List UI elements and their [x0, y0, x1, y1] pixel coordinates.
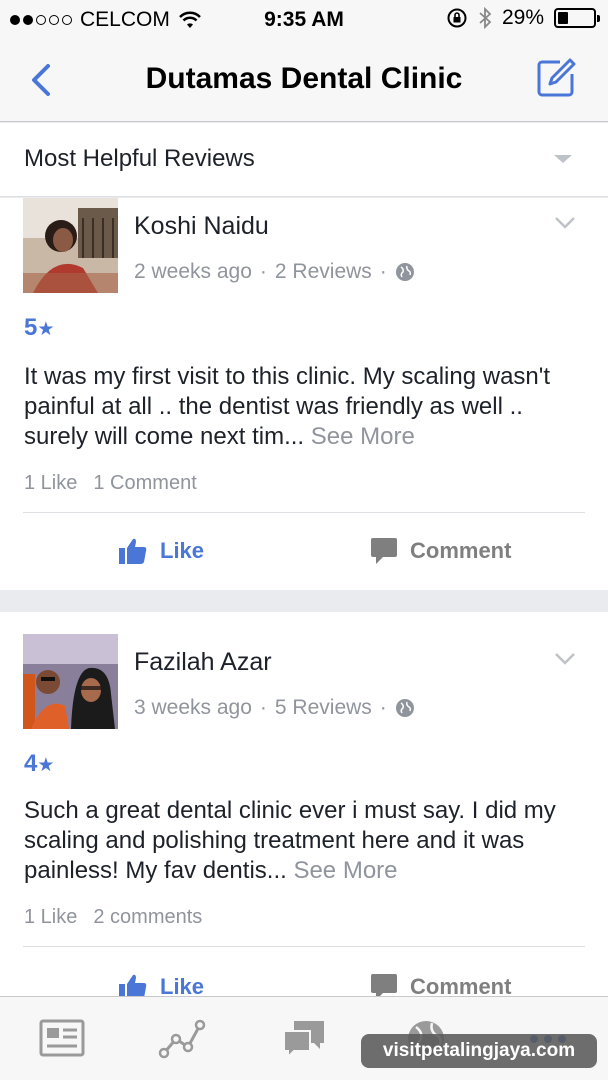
- page-title: Dutamas Dental Clinic: [145, 62, 463, 95]
- review-body: Such a great dental clinic ever i must s…: [24, 797, 556, 884]
- divider: [23, 512, 585, 513]
- sort-dropdown[interactable]: Most Helpful Reviews: [0, 123, 608, 197]
- review-text: It was my first visit to this clinic. My…: [24, 362, 589, 452]
- rating-value: 5: [24, 314, 38, 341]
- battery-level: [558, 12, 568, 24]
- insights-icon[interactable]: [158, 1017, 206, 1061]
- star-rating: 5★: [24, 314, 54, 342]
- comment-icon: [371, 538, 397, 564]
- review-body: It was my first visit to this clinic. My…: [24, 363, 551, 450]
- avatar[interactable]: [23, 198, 118, 293]
- news-feed-icon[interactable]: [38, 1017, 86, 1061]
- like-count[interactable]: 1 Like: [24, 906, 77, 929]
- engagement-counts: 1 Like 1 Comment: [24, 472, 197, 495]
- separator-dot: ·: [259, 260, 267, 283]
- caret-down-icon: [554, 155, 572, 163]
- see-more-link[interactable]: See More: [293, 857, 397, 884]
- sort-label: Most Helpful Reviews: [24, 145, 255, 172]
- comment-count[interactable]: 2 comments: [93, 906, 202, 929]
- globe-icon: [395, 263, 414, 281]
- status-right: 29%: [446, 6, 600, 30]
- like-button[interactable]: Like: [118, 536, 204, 566]
- comment-count[interactable]: 1 Comment: [93, 472, 196, 495]
- chevron-down-icon[interactable]: [554, 652, 576, 666]
- watermark: visitpetalingjaya.com: [361, 1034, 597, 1068]
- see-more-link[interactable]: See More: [311, 423, 415, 450]
- rotation-lock-icon: [447, 8, 467, 28]
- rating-value: 4: [24, 750, 38, 777]
- review-text: Such a great dental clinic ever i must s…: [24, 796, 589, 886]
- bluetooth-icon: [479, 7, 492, 29]
- battery-icon: [554, 8, 600, 28]
- review-card: Koshi Naidu 2 weeks ago · 2 Reviews · 5★…: [0, 198, 608, 590]
- separator-dot: ·: [379, 696, 387, 719]
- comment-label: Comment: [410, 538, 512, 563]
- compose-icon[interactable]: [534, 56, 578, 100]
- review-card: Fazilah Azar 3 weeks ago · 5 Reviews · 4…: [0, 612, 608, 1012]
- comment-button[interactable]: Comment: [370, 536, 511, 566]
- star-icon: ★: [37, 755, 55, 776]
- review-meta: 3 weeks ago · 5 Reviews ·: [134, 696, 415, 720]
- star-rating: 4★: [24, 750, 54, 778]
- review-time: 2 weeks ago: [134, 260, 252, 283]
- navigation-bar: Dutamas Dental Clinic: [0, 40, 608, 122]
- review-meta: 2 weeks ago · 2 Reviews ·: [134, 260, 415, 284]
- status-bar: CELCOM 9:35 AM 29%: [0, 0, 608, 40]
- globe-icon: [395, 699, 414, 717]
- review-time: 3 weeks ago: [134, 696, 252, 719]
- thumbs-up-icon: [119, 538, 147, 564]
- star-icon: ★: [37, 319, 55, 340]
- avatar[interactable]: [23, 634, 118, 729]
- review-count[interactable]: 5 Reviews: [275, 696, 372, 720]
- reviewer-name[interactable]: Koshi Naidu: [134, 212, 269, 241]
- engagement-counts: 1 Like 2 comments: [24, 906, 202, 929]
- chevron-down-icon[interactable]: [554, 216, 576, 230]
- like-count[interactable]: 1 Like: [24, 472, 77, 495]
- separator-dot: ·: [379, 260, 387, 283]
- divider: [23, 946, 585, 947]
- separator-dot: ·: [259, 696, 267, 719]
- like-label: Like: [160, 538, 205, 563]
- messages-icon[interactable]: [280, 1017, 328, 1061]
- reviewer-name[interactable]: Fazilah Azar: [134, 648, 272, 677]
- review-count[interactable]: 2 Reviews: [275, 260, 372, 284]
- battery-percent: 29%: [501, 6, 544, 29]
